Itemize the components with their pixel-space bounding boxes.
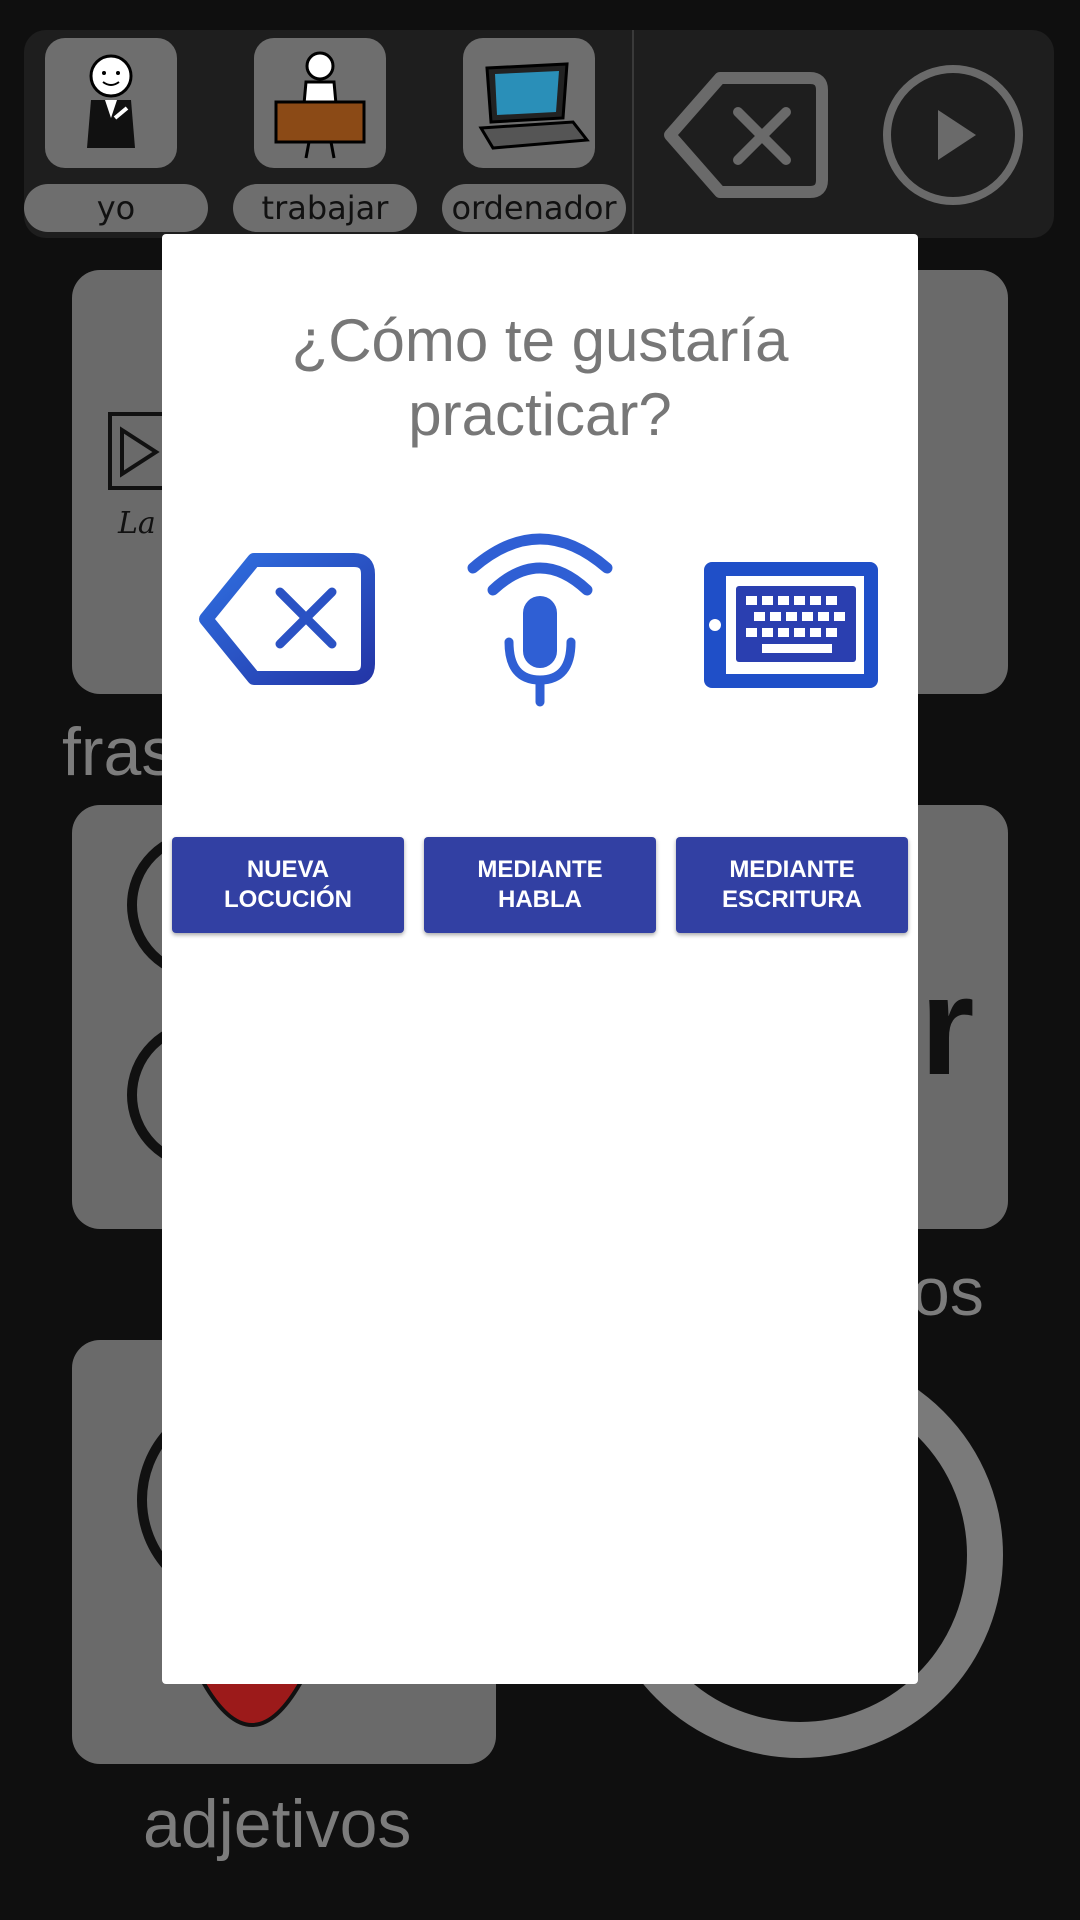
microphone-icon[interactable] [445,524,635,714]
category-label-os: os [912,1254,984,1330]
sentence-word-label: trabajar [233,184,417,232]
category-label-frases: fras [62,714,176,790]
new-utterance-button[interactable]: NUEVA LOCUCIÓN [172,837,404,933]
big-letter: r [920,947,975,1104]
card-text-fragment: La [118,506,156,541]
sentence-word-trabajar[interactable]: trabajar [233,38,423,238]
keyboard-tablet-icon[interactable] [694,524,884,714]
broken-heart-icon [198,1678,306,1754]
dialog-title: ¿Cómo te gustaría practicar? [291,307,789,448]
laptop-icon [463,38,595,168]
speech-mode-button[interactable]: MEDIANTE HABLA [424,837,656,933]
sentence-word-label: yo [24,184,208,232]
sentence-bar: yo trabajar ordenador [24,30,1054,238]
sentence-word-label: ordenador [442,184,626,232]
sentence-word-ordenador[interactable]: ordenador [442,38,632,238]
practice-mode-dialog: ¿Cómo te gustaría practicar? NUEVA LOCUC… [162,234,918,1684]
play-icon[interactable] [878,60,1028,210]
divider [632,30,634,238]
category-label-adjetivos: adjetivos [143,1786,412,1862]
sentence-word-yo[interactable]: yo [24,38,214,238]
app-screen: yo trabajar ordenador La fras r os adjet… [0,0,1080,1920]
writing-mode-button[interactable]: MEDIANTE ESCRITURA [676,837,908,933]
backspace-icon[interactable] [196,524,386,714]
backspace-icon[interactable] [660,70,830,200]
person-at-desk-icon [254,38,386,168]
person-pointing-self-icon [45,38,177,168]
play-square-icon [108,412,168,496]
